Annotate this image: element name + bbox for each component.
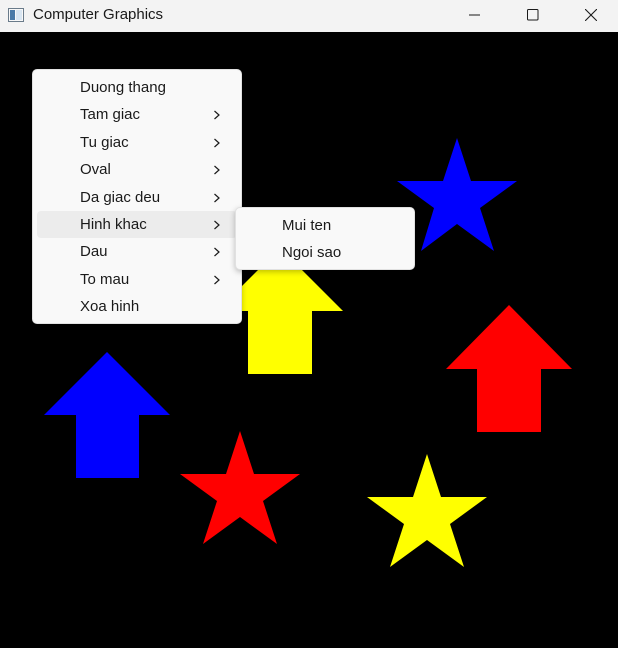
chevron-right-icon — [214, 165, 220, 175]
menu-item-xoa-hinh[interactable]: Xoa hinh — [37, 293, 237, 320]
menu-item-label: Oval — [80, 161, 111, 179]
menu-item-label: Tam giac — [80, 106, 141, 124]
submenu-item-label: Ngoi sao — [282, 244, 342, 262]
submenu-item-label: Mui ten — [282, 217, 332, 234]
menu-item-tu-giac[interactable]: Tu giac — [37, 129, 237, 156]
chevron-right-icon — [214, 275, 220, 285]
chevron-right-icon — [214, 110, 220, 120]
submenu-item-mui-ten[interactable]: Mui ten — [240, 212, 410, 239]
menu-item-label: Dau — [80, 243, 108, 261]
menu-item-label: Tu giac — [80, 133, 129, 151]
window-title: Computer Graphics — [33, 6, 164, 23]
maximize-button[interactable] — [504, 0, 562, 30]
shape-context-menu: Duong thang Tam giac Tu giac Oval Da gia… — [32, 69, 242, 324]
menu-item-da-giac-deu[interactable]: Da giac deu — [37, 184, 237, 211]
menu-item-oval[interactable]: Oval — [37, 156, 237, 183]
menu-item-label: Da giac deu — [80, 188, 161, 206]
menu-item-label: Duong thang — [80, 79, 166, 96]
menu-item-dau[interactable]: Dau — [37, 238, 237, 265]
menu-item-label: To mau — [80, 270, 130, 288]
title-bar: Computer Graphics — [0, 0, 618, 32]
minimize-button[interactable] — [446, 0, 504, 30]
hinh-khac-submenu: Mui ten Ngoi sao — [235, 207, 415, 270]
maximize-icon — [527, 9, 539, 21]
chevron-right-icon — [214, 138, 220, 148]
app-window-icon — [8, 8, 24, 22]
chevron-right-icon — [214, 220, 220, 230]
minimize-icon — [469, 14, 480, 16]
close-button[interactable] — [562, 0, 618, 30]
submenu-item-ngoi-sao[interactable]: Ngoi sao — [240, 239, 410, 266]
menu-item-label: Hinh khac — [80, 215, 147, 233]
chevron-right-icon — [214, 193, 220, 203]
menu-item-duong-thang[interactable]: Duong thang — [37, 74, 237, 101]
menu-item-label: Xoa hinh — [80, 298, 140, 316]
close-icon — [585, 9, 597, 21]
chevron-right-icon — [214, 247, 220, 257]
app-window: Computer Graphics Duong thang Tam giac T… — [0, 0, 618, 648]
menu-item-to-mau[interactable]: To mau — [37, 266, 237, 293]
menu-item-tam-giac[interactable]: Tam giac — [37, 101, 237, 128]
menu-item-hinh-khac[interactable]: Hinh khac — [37, 210, 237, 239]
